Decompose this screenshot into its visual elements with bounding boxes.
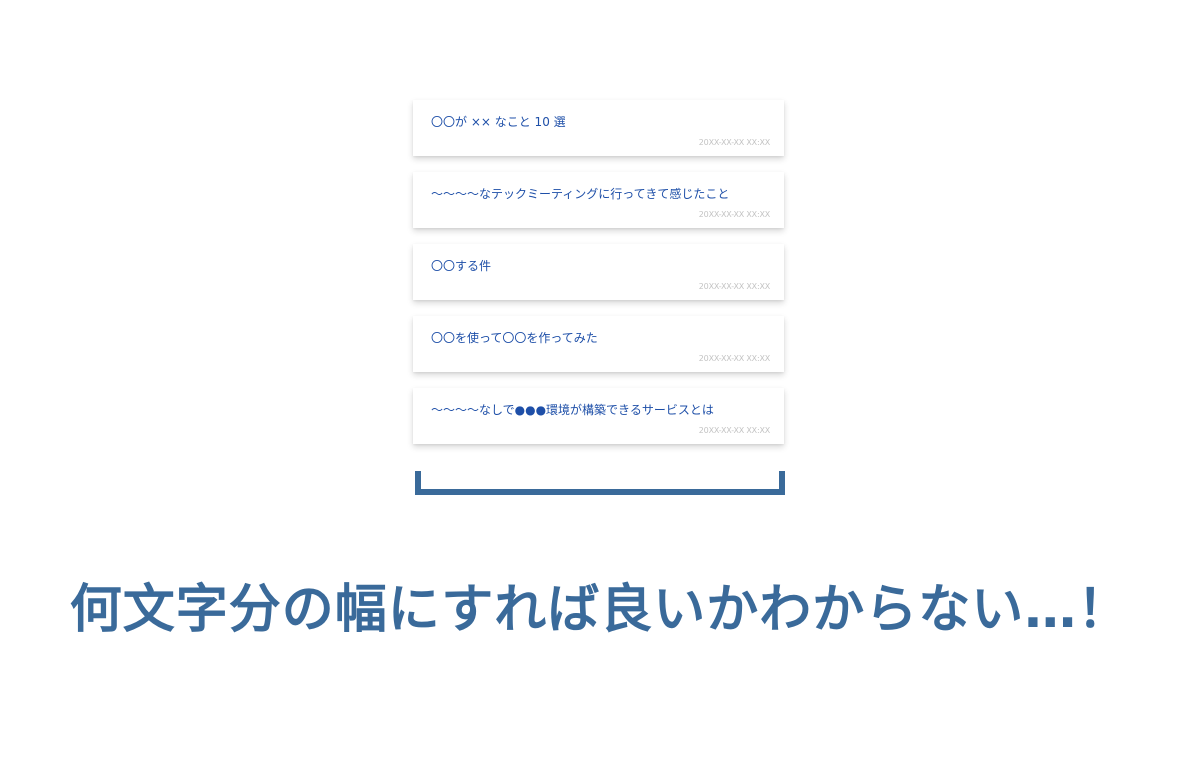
article-card[interactable]: 〇〇を使って〇〇を作ってみた 20XX-XX-XX XX:XX xyxy=(413,316,784,372)
article-card[interactable]: 〜〜〜〜なテックミーティングに行ってきて感じたこと 20XX-XX-XX XX:… xyxy=(413,172,784,228)
article-title[interactable]: 〜〜〜〜なしで●●●環境が構築できるサービスとは xyxy=(431,402,714,418)
article-card[interactable]: 〜〜〜〜なしで●●●環境が構築できるサービスとは 20XX-XX-XX XX:X… xyxy=(413,388,784,444)
article-title[interactable]: 〇〇が ×× なこと 10 選 xyxy=(431,114,566,130)
article-date: 20XX-XX-XX XX:XX xyxy=(698,210,770,219)
article-title[interactable]: 〇〇する件 xyxy=(431,258,491,274)
article-date: 20XX-XX-XX XX:XX xyxy=(698,354,770,363)
width-bracket xyxy=(415,471,785,495)
article-list: 〇〇が ×× なこと 10 選 20XX-XX-XX XX:XX 〜〜〜〜なテッ… xyxy=(413,100,784,460)
caption-text: 何文字分の幅にすれば良いかわからない…！ xyxy=(69,580,1131,640)
article-title[interactable]: 〇〇を使って〇〇を作ってみた xyxy=(431,330,598,346)
article-date: 20XX-XX-XX XX:XX xyxy=(698,138,770,147)
article-title[interactable]: 〜〜〜〜なテックミーティングに行ってきて感じたこと xyxy=(431,186,729,202)
article-card[interactable]: 〇〇が ×× なこと 10 選 20XX-XX-XX XX:XX xyxy=(413,100,784,156)
diagram-canvas: 〇〇が ×× なこと 10 選 20XX-XX-XX XX:XX 〜〜〜〜なテッ… xyxy=(0,0,1200,768)
article-date: 20XX-XX-XX XX:XX xyxy=(698,426,770,435)
article-date: 20XX-XX-XX XX:XX xyxy=(698,282,770,291)
article-card[interactable]: 〇〇する件 20XX-XX-XX XX:XX xyxy=(413,244,784,300)
